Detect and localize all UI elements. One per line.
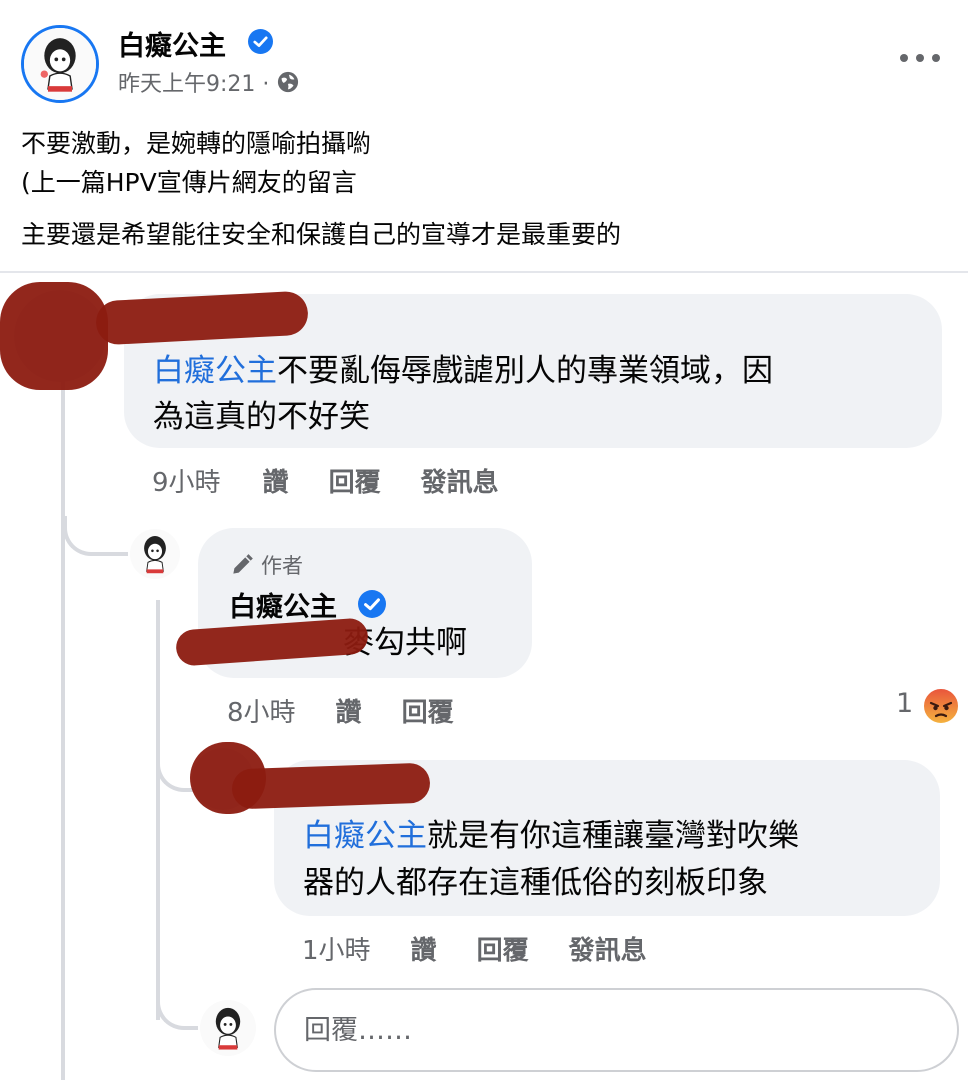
- post-meta: 昨天上午9:21 ·: [118, 66, 299, 98]
- more-horizontal-icon: [900, 54, 908, 62]
- verified-badge-icon: [248, 29, 273, 54]
- post-text-line-1: 不要激動，是婉轉的隱喻拍攝喲: [21, 129, 372, 158]
- princess-avatar-icon: [130, 529, 180, 579]
- more-options-button[interactable]: [900, 46, 940, 70]
- divider: [0, 271, 968, 273]
- reply-button[interactable]: 回覆: [477, 930, 529, 967]
- verified-badge-icon: [358, 590, 386, 618]
- thread-line: [61, 380, 65, 1080]
- like-button[interactable]: 讚: [411, 930, 437, 967]
- my-avatar: [200, 1000, 256, 1056]
- comment-text-line-2: 為這真的不好笑: [153, 399, 370, 435]
- like-button[interactable]: 讚: [263, 462, 289, 499]
- comment-text-line-1: 白癡公主不要亂侮辱戲謔別人的專業領域，因: [153, 350, 773, 392]
- thread-connector: [63, 516, 128, 556]
- post-timestamp[interactable]: 昨天上午9:21 ·: [118, 66, 269, 98]
- reply-button[interactable]: 回覆: [402, 692, 454, 729]
- reply-author-name[interactable]: 白癡公主: [229, 585, 337, 624]
- reply-input[interactable]: [274, 988, 959, 1072]
- globe-icon: [278, 71, 299, 93]
- author-tag: 作者: [229, 550, 303, 580]
- thread-connector: [156, 990, 198, 1030]
- author-avatar[interactable]: [130, 529, 180, 579]
- reply-button[interactable]: 回覆: [329, 462, 381, 499]
- like-button[interactable]: 讚: [336, 692, 362, 729]
- post-text-line-2: (上一篇HPV宣傳片網友的留言: [21, 168, 357, 197]
- redaction-mark: [0, 282, 108, 390]
- comment-text: 就是有你這種讓臺灣對吹樂: [427, 818, 799, 854]
- princess-avatar-icon: [200, 1000, 256, 1056]
- mention-link[interactable]: 白癡公主: [153, 353, 277, 389]
- angry-emoji-icon[interactable]: [921, 686, 961, 726]
- pencil-icon: [233, 554, 253, 574]
- page-name[interactable]: 白癡公主: [118, 24, 226, 63]
- comment-actions: 9小時 讚 回覆 發訊息: [152, 462, 499, 499]
- dot: [932, 54, 940, 62]
- reply-time[interactable]: 8小時: [227, 692, 296, 729]
- message-button[interactable]: 發訊息: [569, 930, 647, 967]
- comment-time[interactable]: 9小時: [152, 462, 221, 499]
- reply-actions: 8小時 讚 回覆: [227, 692, 454, 729]
- comment-time[interactable]: 1小時: [302, 930, 371, 967]
- comment-text: 不要亂侮辱戲謔別人的專業領域，因: [277, 353, 773, 389]
- comment-text-line-2: 器的人都存在這種低俗的刻板印象: [303, 865, 768, 901]
- page-avatar[interactable]: [21, 25, 99, 103]
- dot: [916, 54, 924, 62]
- author-tag-label: 作者: [261, 554, 303, 578]
- redaction-mark: [231, 762, 431, 810]
- comment-actions: 1小時 讚 回覆 發訊息: [302, 930, 647, 967]
- message-button[interactable]: 發訊息: [421, 462, 499, 499]
- princess-avatar-icon: [24, 28, 96, 100]
- comment-text-line-1: 白癡公主就是有你這種讓臺灣對吹樂: [303, 815, 799, 857]
- post-text-line-3: 主要還是希望能往安全和保護自己的宣導才是最重要的: [21, 220, 622, 249]
- thread-line-nested: [156, 600, 160, 1020]
- mention-link[interactable]: 白癡公主: [303, 818, 427, 854]
- reaction-count[interactable]: 1: [896, 688, 913, 719]
